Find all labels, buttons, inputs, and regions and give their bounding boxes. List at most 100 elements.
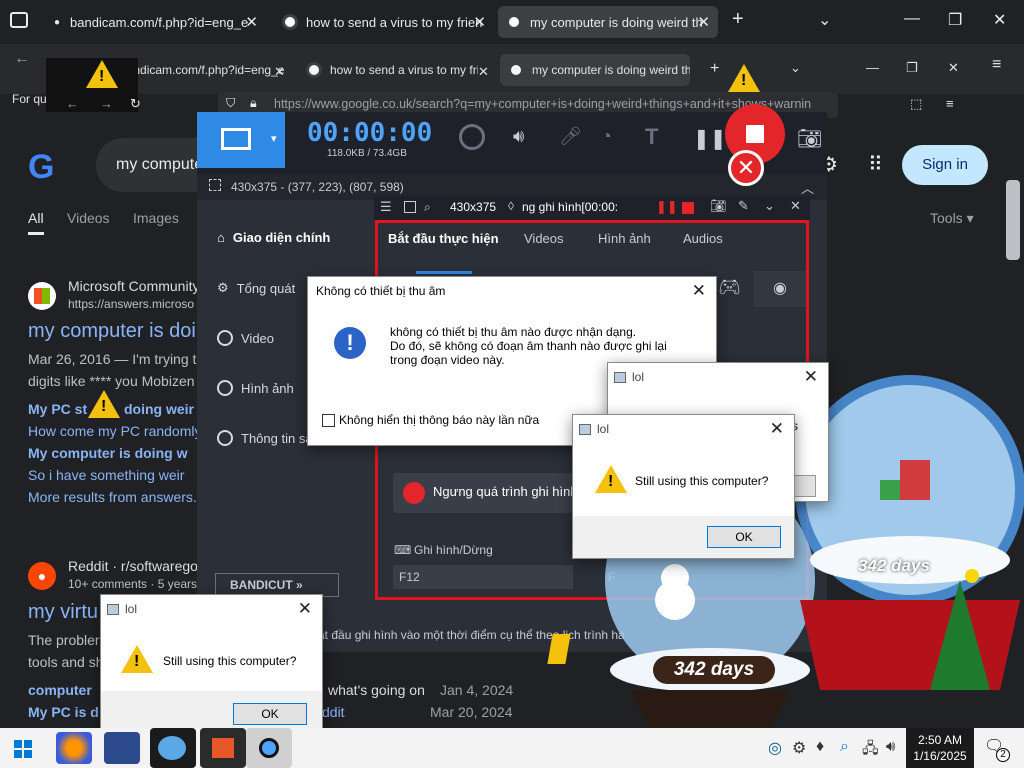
pause-button[interactable]: ❚❚ — [693, 126, 727, 151]
page-scrollbar[interactable] — [1006, 180, 1020, 260]
tab-label: my computer is doing weird th — [532, 63, 690, 77]
stop-square-icon — [746, 125, 764, 143]
sub-result-link[interactable]: My PC is d — [28, 704, 99, 720]
webcam-icon[interactable] — [459, 124, 485, 150]
menu-icon[interactable]: ≡ — [946, 96, 954, 111]
sidebar-item-general[interactable]: ⚙ Tổng quát — [217, 280, 295, 296]
tab-images[interactable]: Hình ảnh — [598, 231, 651, 246]
windows-start-icon[interactable] — [14, 740, 32, 758]
app-icon[interactable] — [150, 728, 196, 768]
ok-button-fragment[interactable] — [794, 475, 816, 497]
volume-icon[interactable]: 🔊︎ — [886, 738, 895, 755]
close-icon[interactable]: ✕ — [804, 367, 818, 387]
sub-result-link[interactable]: doing weir — [124, 401, 194, 417]
sidebar-item-video[interactable]: Video — [217, 330, 274, 346]
tab-audios[interactable]: Audios — [683, 231, 723, 246]
back-arrow-icon[interactable]: ← — [0, 44, 40, 68]
extensions-icon[interactable]: ⬚ — [910, 96, 922, 112]
sub-result-link[interactable]: what's going on — [328, 682, 425, 698]
close-icon[interactable]: ✕ — [473, 13, 486, 31]
hotkey-field[interactable]: F12 — [393, 565, 573, 589]
stop-icon[interactable] — [682, 202, 694, 214]
stop-recording-button[interactable]: Ngưng quá trình ghi hình — [393, 473, 578, 513]
sidebar-label: Video — [241, 330, 275, 346]
pause-icon[interactable]: ❚❚ — [656, 199, 678, 215]
google-logo[interactable]: G — [28, 148, 54, 187]
tab-search-chevron-icon[interactable]: ⌄ — [818, 10, 831, 30]
search-icon[interactable]: ⌕ — [840, 738, 849, 756]
sub-result-link[interactable]: computer — [28, 682, 92, 698]
sidebar-item-image[interactable]: Hình ảnh — [217, 380, 294, 396]
pencil-icon[interactable]: ✎ — [738, 198, 749, 214]
sign-in-button[interactable]: Sign in — [902, 145, 988, 185]
new-tab-button[interactable]: + — [732, 8, 744, 31]
close-window-button[interactable]: ✕ — [993, 10, 1006, 30]
windows-taskbar: ◎ ⚙ ♦ ⌕ 🖧︎ 🔊︎ 2:50 AM 1/16/2025 🗨︎ 2 — [0, 728, 1024, 768]
apps-grid-icon[interactable]: ⠿ — [868, 152, 883, 177]
tab-get-started[interactable]: Bắt đầu thực hiện — [388, 231, 499, 246]
dont-show-checkbox[interactable]: Không hiển thị thông báo này lần nữa — [322, 413, 539, 427]
close-icon[interactable]: ✕ — [298, 599, 312, 619]
tray-icon[interactable]: ♦ — [816, 738, 824, 756]
search-input[interactable]: my compute — [96, 138, 206, 192]
ok-button[interactable]: OK — [233, 703, 307, 725]
tab-how-to-send-virus[interactable]: how to send a virus to my frien ✕ — [274, 6, 494, 38]
close-icon[interactable]: ✕ — [697, 13, 710, 31]
tab-all[interactable]: All — [28, 210, 44, 226]
close-icon[interactable]: ✕ — [692, 281, 706, 301]
sub-result-link[interactable]: So i have something weir — [28, 467, 184, 483]
result-title-link[interactable]: my virtu — [28, 601, 98, 624]
close-icon[interactable]: ✕ — [790, 198, 801, 214]
file-explorer-icon[interactable] — [104, 732, 140, 764]
sub-result-link[interactable]: ddit — [322, 704, 345, 720]
text-overlay-icon[interactable]: T — [645, 124, 658, 150]
tray-icon[interactable]: ◎ — [768, 738, 782, 758]
app-icon — [107, 604, 119, 615]
gamepad-icon[interactable]: 🎮︎ — [718, 277, 741, 298]
result-title-link[interactable]: my computer is doi — [28, 320, 196, 343]
sidebar-item-info[interactable]: Thông tin sả — [217, 430, 313, 446]
tray-icon[interactable]: ⚙ — [792, 738, 806, 758]
maximize-button[interactable]: ❐ — [948, 10, 962, 30]
checkbox-box[interactable] — [322, 413, 335, 427]
dot-icon: ● — [54, 16, 61, 28]
minimize-button[interactable]: — — [904, 10, 920, 28]
close-icon[interactable]: ✕ — [245, 13, 258, 31]
sidebar-item-main[interactable]: ⌂ Giao diện chính — [217, 230, 330, 245]
stop-recording-label: Ngưng quá trình ghi hình — [433, 484, 578, 499]
ok-button[interactable]: OK — [707, 526, 781, 548]
audio-mode-icon[interactable]: ◉ — [754, 271, 806, 307]
sub-result-link[interactable]: My PC st — [28, 401, 87, 417]
camera-icon[interactable]: 📷︎ — [710, 198, 727, 214]
firefox-icon[interactable] — [56, 732, 92, 764]
tools-button[interactable]: Tools ▾ — [930, 210, 974, 227]
menu-icon[interactable]: ☰ — [380, 199, 392, 215]
sub-result-link[interactable]: How come my PC randomly — [28, 423, 202, 439]
chevron-down-icon[interactable]: ⌄ — [764, 198, 775, 214]
browser-tab-bar: ● bandicam.com/f.php?id=eng_e ✕ how to s… — [0, 0, 1024, 44]
tab-my-computer-weird[interactable]: my computer is doing weird th ✕ — [498, 6, 718, 38]
cursor-effect-icon[interactable]: ◔ — [601, 126, 612, 147]
speaker-icon[interactable]: 🔊︎ — [513, 126, 524, 147]
collapse-icon[interactable]: ︿ — [801, 178, 814, 197]
presentation-app-icon[interactable] — [200, 728, 246, 768]
network-icon[interactable]: 🖧︎ — [862, 738, 879, 763]
more-results-link[interactable]: More results from answers. — [28, 489, 197, 505]
tab-actions-icon[interactable] — [10, 12, 28, 28]
bandicam-taskbar-icon[interactable] — [246, 728, 292, 768]
camera-icon[interactable]: 📷︎ — [797, 126, 822, 151]
dropdown-icon[interactable]: ▾ — [271, 132, 277, 145]
tab-videos[interactable]: Videos — [524, 231, 564, 246]
message-line: Do đó, sẽ không có đoạn âm thanh nào đượ… — [390, 339, 667, 353]
tab-videos[interactable]: Videos — [67, 210, 110, 226]
zoom-icon[interactable]: ⌕ — [424, 200, 431, 215]
clock[interactable]: 2:50 AM 1/16/2025 — [906, 728, 974, 768]
hamburger-menu-icon[interactable]: ≡ — [992, 56, 1001, 74]
tab-images[interactable]: Images — [133, 210, 179, 226]
sub-result-link[interactable]: My computer is doing w — [28, 445, 187, 461]
close-icon[interactable]: ✕ — [770, 419, 784, 439]
microphone-icon[interactable]: 🎤︎ — [559, 126, 582, 147]
tab-bandicam[interactable]: ● bandicam.com/f.php?id=eng_e ✕ — [46, 6, 266, 38]
days-counter-banner-2: 342 days — [858, 556, 930, 575]
fullscreen-icon[interactable] — [404, 201, 416, 213]
